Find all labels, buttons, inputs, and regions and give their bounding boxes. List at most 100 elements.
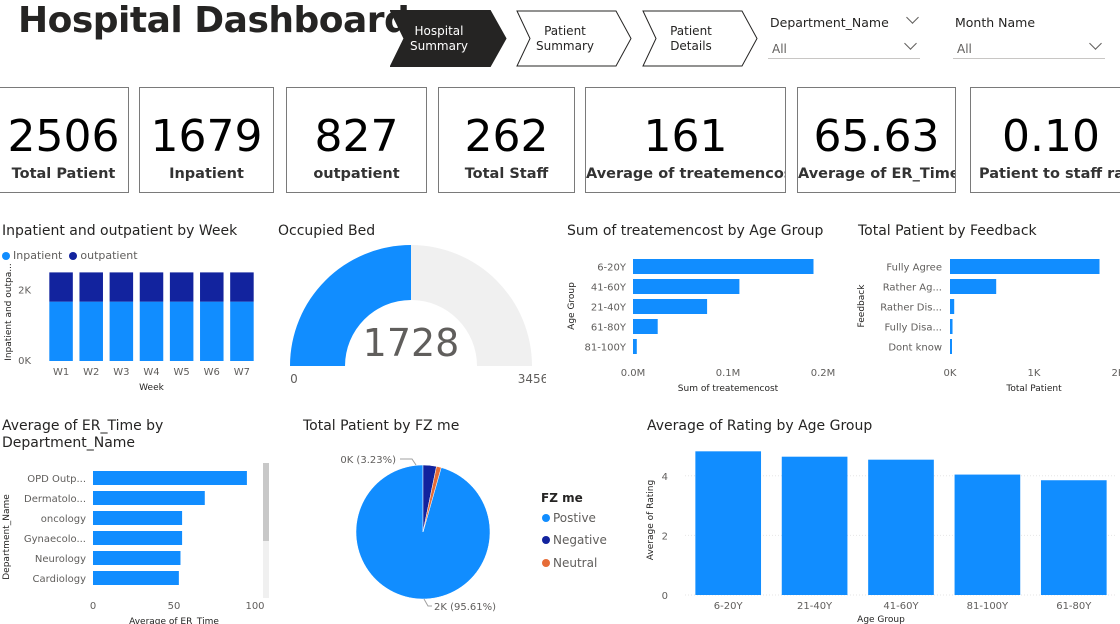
bar [950,279,997,294]
x-axis-title: Week [139,383,164,393]
y-axis-title: Average of Rating [646,480,656,560]
x-axis-title: Age Group [857,615,905,624]
bar [954,474,1021,595]
kpi-label: outpatient [313,166,400,182]
y-axis-title: Age Group [567,282,577,330]
slicer-department-dropdown[interactable]: All [768,37,920,59]
x-axis-title: Sum of treatemencost [678,384,779,394]
scrollbar-thumb[interactable] [263,463,269,541]
x-tick-label: 61-80Y [1056,601,1092,612]
legend-label: Neutral [553,556,598,570]
bar [93,551,181,565]
x-tick-label: W5 [174,367,190,378]
kpi-value: 0.10 [1002,111,1100,162]
kpi-label: Total Patient [11,166,116,182]
y-tick-label: Dermatolo... [24,494,86,505]
chart-cost-svg: 6-20Y 41-60Y 21-40Y 61-80Y 81-100Y 0.0M 0.1M 0.… [567,259,836,394]
chart-title-week: Inpatient and outpatient by Week [2,223,238,239]
y-tick-label: 6-20Y [597,263,627,274]
bar [1040,480,1107,595]
y-tick-label: 4 [662,472,668,483]
kpi-average-treatment-cost: 161 Average of treatemencost [585,87,786,193]
pie-legend-item-negative: Negative [542,533,607,547]
x-tick-label: 0.2M [811,368,836,379]
y-tick-label: 2K [18,285,31,296]
pie-legend-title: FZ me [541,491,583,505]
kpi-average-er-time: 65.63 Average of ER_Time [797,87,956,193]
bar [950,319,953,334]
legend-dot [542,514,550,522]
bar [695,451,762,595]
x-tick-label: W6 [204,367,220,378]
nav-hospital-summary[interactable]: Hospital Summary [390,10,508,67]
gauge-max-label: 3456 [518,372,546,386]
kpi-label: Total Staff [464,166,549,182]
bar-outpatient [49,272,73,302]
legend-dot [69,251,78,260]
kpi-label: Average of ER_Time [798,166,956,182]
y-tick-label: 21-40Y [591,303,627,314]
nav-label: Hospital Summary [410,23,468,53]
bar-inpatient [200,301,224,361]
legend-label: Negative [553,533,607,547]
page-title: Hospital Dashboard [18,0,410,41]
slicer-month-dropdown[interactable]: All [953,37,1105,59]
slicer-value: All [772,42,787,56]
x-tick-label: 6-20Y [714,601,744,612]
kpi-value: 161 [643,111,728,162]
x-tick-label: 50 [168,601,181,612]
y-tick-label: 81-100Y [584,343,626,354]
x-tick-label: 81-100Y [967,601,1009,612]
pie-legend-item-postive: Postive [542,511,596,525]
nav-label: Patient Summary [536,23,594,53]
gauge-value: 1728 [363,321,460,365]
nav-patient-summary[interactable]: Patient Summary [516,10,634,67]
legend-dot [542,536,550,544]
bar-outpatient [169,272,194,302]
chart-rating-svg: 0 2 4 Average of Rating 6-20Y 21-40Y 41-60Y 81-… [646,451,1117,624]
bar-inpatient [79,301,103,361]
bar [633,259,814,274]
bar-outpatient [79,272,103,302]
y-tick-label: 0K [18,356,31,367]
x-tick-label: W7 [234,367,250,378]
x-tick-label: 1K [1028,368,1041,379]
kpi-label: Inpatient [169,166,244,182]
bar-outpatient [230,272,254,302]
chevron-down-icon [1089,37,1102,50]
legend-label: outpatient [80,249,138,262]
scrollbar-track[interactable] [263,463,269,598]
kpi-value: 827 [314,111,399,162]
bar [93,491,205,505]
slicer-department-title: Department_Name [770,15,889,30]
nav-patient-details[interactable]: Patient Details [642,10,760,67]
slicer-value: All [957,42,972,56]
x-tick-label: 0.1M [716,368,741,379]
bar-inpatient [109,301,134,361]
kpi-label: Average of treatemencost [586,166,786,182]
y-tick-label: Rather Dis... [880,303,942,314]
chart-feedback-svg: Fully Agree Rather Ag... Rather Dis... Full… [857,259,1120,394]
y-axis-title: Feedback [857,284,867,328]
y-tick-label: Cardiology [33,574,87,585]
chart-week-svg: 0K 2K Inpatient and outpa... W1 W2 W3 W4 W5 W6 W7… [4,263,254,393]
chart-title-feedback: Total Patient by Feedback [858,223,1037,239]
x-tick-label: W3 [113,367,129,378]
x-tick-label: 0K [944,368,957,379]
x-tick-label: 2K [1112,368,1120,379]
pie-leader-line [400,458,417,466]
bar-inpatient [169,301,194,361]
kpi-inpatient: 1679 Inpatient [139,87,274,193]
y-tick-label: OPD Outp... [27,474,86,485]
chevron-down-icon[interactable] [906,11,919,24]
y-tick-label: 2 [662,531,668,542]
y-tick-label: Fully Disa... [884,323,942,334]
bar-outpatient [200,272,224,302]
bar [633,299,708,314]
chart-er-svg: OPD Outp... Dermatolo... oncology Gynaecolo… [2,471,265,624]
chart-title-er-time: Average of ER_Time by Department_Name [2,418,164,451]
x-tick-label: 21-40Y [797,601,833,612]
pie-data-label: 0K (3.23%) [340,455,396,466]
kpi-value: 1679 [150,111,263,162]
chart-title-cost-age: Sum of treatemencost by Age Group [567,223,824,239]
